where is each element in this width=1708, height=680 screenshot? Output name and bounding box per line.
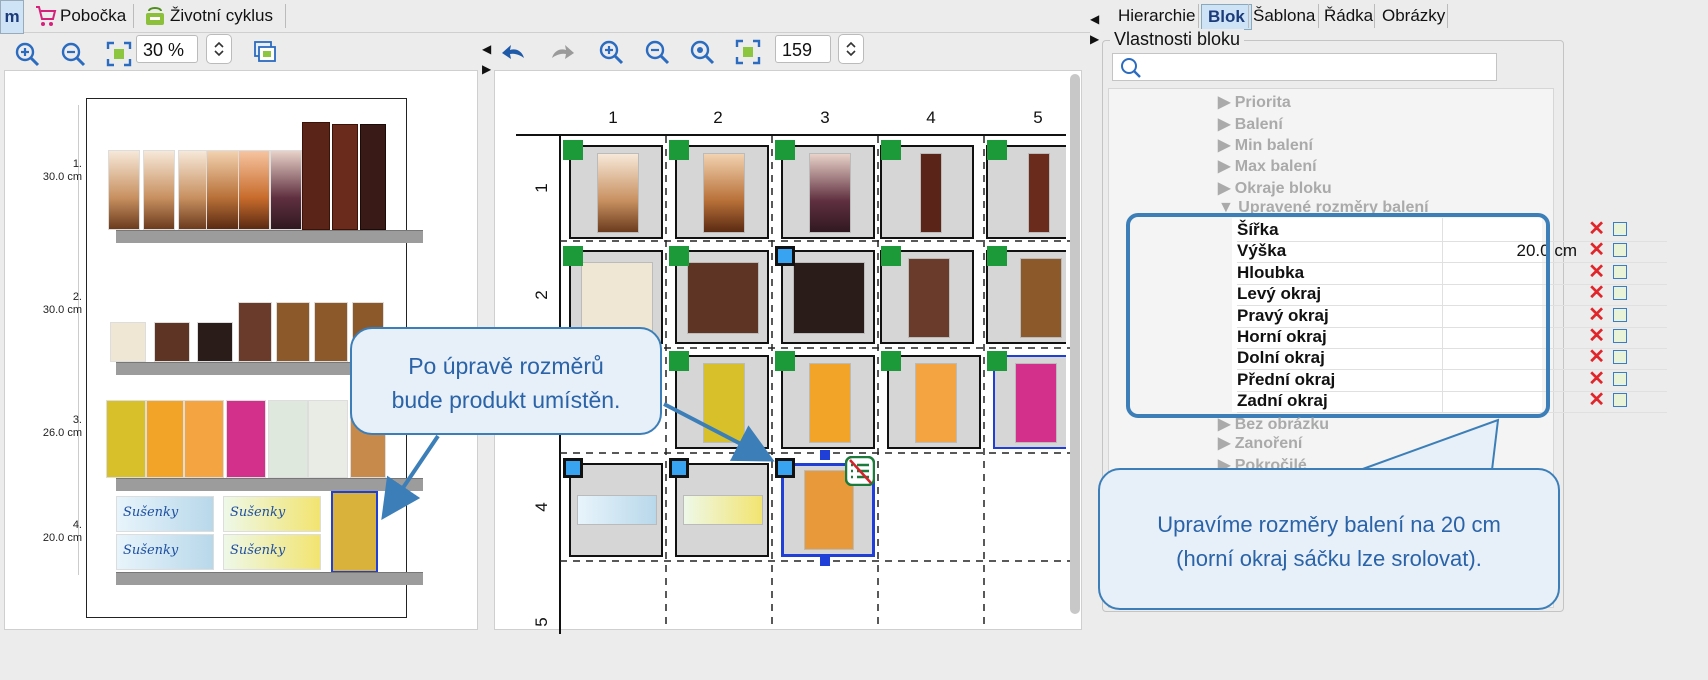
callout-left: Po úpravě rozměrů bude produkt umístěn. — [350, 327, 662, 435]
callout-right: Upravíme rozměry balení na 20 cm (horní … — [1098, 468, 1560, 610]
callout-left-line1: Po úpravě rozměrů — [408, 353, 604, 379]
callout-right-line1: Upravíme rozměry balení na 20 cm — [1157, 512, 1501, 537]
callout-right-line2: (horní okraj sáčku lze srolovat). — [1176, 546, 1482, 571]
callout-left-line2: bude produkt umístěn. — [391, 387, 621, 413]
